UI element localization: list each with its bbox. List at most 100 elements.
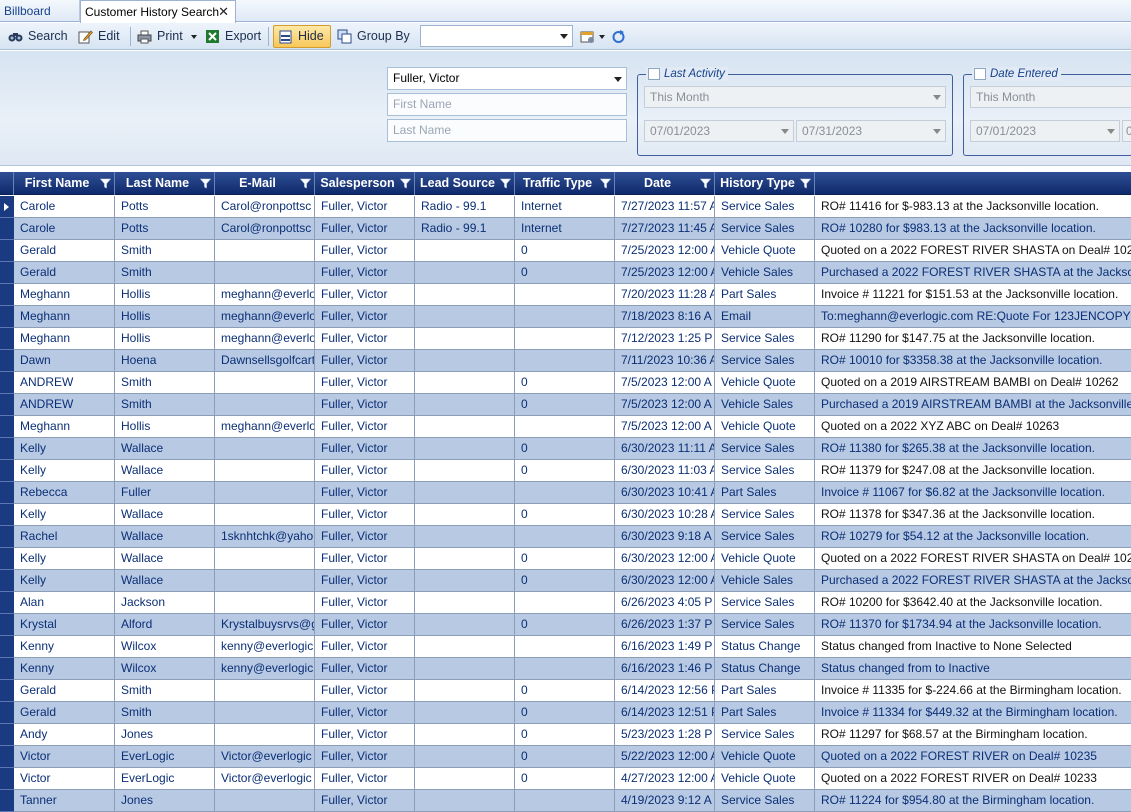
cell-email[interactable]: Dawnsellsgolfcart xyxy=(215,350,315,372)
table-row[interactable]: Kenny Wilcox kenny@everlogic. Fuller, Victo… xyxy=(0,636,1131,658)
close-tab-icon[interactable]: ✕ xyxy=(218,1,229,23)
cell-salesperson[interactable]: Fuller, Victor xyxy=(315,438,415,460)
cell-date[interactable]: 6/14/2023 12:56 P xyxy=(615,680,715,702)
cell-email[interactable] xyxy=(215,262,315,284)
column-header-email[interactable]: E-Mail xyxy=(215,172,315,195)
row-selector[interactable] xyxy=(0,218,14,240)
cell-history-type[interactable]: Service Sales xyxy=(715,790,815,812)
cell-traffic-type[interactable]: 0 xyxy=(515,680,615,702)
cell-traffic-type[interactable] xyxy=(515,592,615,614)
cell-date[interactable]: 6/14/2023 12:51 P xyxy=(615,702,715,724)
last-name-input[interactable]: Last Name xyxy=(387,119,627,142)
cell-first-name[interactable]: Meghann xyxy=(14,416,115,438)
cell-last-name[interactable]: EverLogic xyxy=(115,746,215,768)
table-row[interactable]: Victor EverLogic Victor@everlogic Fuller, V… xyxy=(0,746,1131,768)
cell-last-name[interactable]: Smith xyxy=(115,702,215,724)
cell-traffic-type[interactable] xyxy=(515,328,615,350)
cell-history-type[interactable]: Vehicle Quote xyxy=(715,768,815,790)
table-row[interactable]: Gerald Smith Fuller, Victor 0 7/25/2023 12:0… xyxy=(0,240,1131,262)
cell-first-name[interactable]: Tanner xyxy=(14,790,115,812)
cell-description[interactable]: RO# 10279 for $54.12 at the Jacksonville… xyxy=(815,526,1131,548)
cell-description[interactable]: RO# 11290 for $147.75 at the Jacksonvill… xyxy=(815,328,1131,350)
cell-history-type[interactable]: Vehicle Sales xyxy=(715,394,815,416)
cell-last-name[interactable]: Wallace xyxy=(115,504,215,526)
cell-history-type[interactable]: Vehicle Quote xyxy=(715,372,815,394)
cell-lead-source[interactable] xyxy=(415,636,515,658)
cell-traffic-type[interactable] xyxy=(515,416,615,438)
cell-traffic-type[interactable] xyxy=(515,790,615,812)
cell-description[interactable]: Invoice # 11334 for $449.32 at the Birmi… xyxy=(815,702,1131,724)
cell-lead-source[interactable] xyxy=(415,350,515,372)
cell-first-name[interactable]: Gerald xyxy=(14,262,115,284)
cell-lead-source[interactable] xyxy=(415,438,515,460)
cell-traffic-type[interactable] xyxy=(515,658,615,680)
cell-date[interactable]: 7/5/2023 12:00 A xyxy=(615,416,715,438)
cell-last-name[interactable]: Jones xyxy=(115,724,215,746)
cell-traffic-type[interactable] xyxy=(515,284,615,306)
cell-description[interactable]: Invoice # 11221 for $151.53 at the Jacks… xyxy=(815,284,1131,306)
cell-lead-source[interactable]: Radio - 99.1 xyxy=(415,196,515,218)
cell-description[interactable]: RO# 11297 for $68.57 at the Birmingham l… xyxy=(815,724,1131,746)
cell-salesperson[interactable]: Fuller, Victor xyxy=(315,328,415,350)
cell-first-name[interactable]: Carole xyxy=(14,196,115,218)
cell-first-name[interactable]: Kelly xyxy=(14,548,115,570)
cell-first-name[interactable]: Kelly xyxy=(14,460,115,482)
cell-date[interactable]: 6/30/2023 12:00 A xyxy=(615,548,715,570)
table-row[interactable]: ANDREW Smith Fuller, Victor 0 7/5/2023 12:00… xyxy=(0,394,1131,416)
date-entered-from-date[interactable]: 07/01/2023 xyxy=(970,120,1120,142)
cell-description[interactable]: Quoted on a 2022 FOREST RIVER on Deal# 1… xyxy=(815,768,1131,790)
row-selector[interactable] xyxy=(0,482,14,504)
cell-email[interactable] xyxy=(215,438,315,460)
table-row[interactable]: Tanner Jones Fuller, Victor 4/19/2023 9:12 … xyxy=(0,790,1131,812)
cell-first-name[interactable]: Kenny xyxy=(14,636,115,658)
cell-history-type[interactable]: Vehicle Quote xyxy=(715,240,815,262)
cell-date[interactable]: 6/26/2023 4:05 P xyxy=(615,592,715,614)
cell-description[interactable]: RO# 11378 for $347.36 at the Jacksonvill… xyxy=(815,504,1131,526)
cell-email[interactable] xyxy=(215,394,315,416)
search-button[interactable]: Search xyxy=(4,26,68,47)
cell-lead-source[interactable] xyxy=(415,790,515,812)
cell-traffic-type[interactable]: 0 xyxy=(515,724,615,746)
row-selector[interactable] xyxy=(0,240,14,262)
cell-history-type[interactable]: Service Sales xyxy=(715,504,815,526)
group-by-button[interactable]: Group By xyxy=(333,26,410,47)
cell-date[interactable]: 4/19/2023 9:12 A xyxy=(615,790,715,812)
cell-history-type[interactable]: Vehicle Quote xyxy=(715,746,815,768)
column-header-history-type[interactable]: History Type xyxy=(715,172,815,195)
cell-description[interactable]: Purchased a 2022 FOREST RIVER SHASTA at … xyxy=(815,570,1131,592)
cell-email[interactable]: 1sknhtchk@yaho xyxy=(215,526,315,548)
row-selector[interactable] xyxy=(0,702,14,724)
cell-lead-source[interactable] xyxy=(415,504,515,526)
first-name-input[interactable]: First Name xyxy=(387,93,627,116)
cell-lead-source[interactable] xyxy=(415,306,515,328)
cell-traffic-type[interactable]: 0 xyxy=(515,460,615,482)
cell-salesperson[interactable]: Fuller, Victor xyxy=(315,416,415,438)
row-selector[interactable] xyxy=(0,438,14,460)
cell-date[interactable]: 6/30/2023 11:11 A xyxy=(615,438,715,460)
cell-traffic-type[interactable]: 0 xyxy=(515,372,615,394)
cell-description[interactable]: Purchased a 2019 AIRSTREAM BAMBI at the … xyxy=(815,394,1131,416)
cell-salesperson[interactable]: Fuller, Victor xyxy=(315,614,415,636)
cell-email[interactable]: meghann@everlo xyxy=(215,416,315,438)
cell-history-type[interactable]: Part Sales xyxy=(715,284,815,306)
cell-last-name[interactable]: Jackson xyxy=(115,592,215,614)
column-header-lead-source[interactable]: Lead Source xyxy=(415,172,515,195)
cell-email[interactable] xyxy=(215,570,315,592)
cell-history-type[interactable]: Service Sales xyxy=(715,592,815,614)
cell-salesperson[interactable]: Fuller, Victor xyxy=(315,240,415,262)
cell-date[interactable]: 7/27/2023 11:57 A xyxy=(615,196,715,218)
cell-description[interactable]: RO# 10200 for $3642.40 at the Jacksonvil… xyxy=(815,592,1131,614)
cell-history-type[interactable]: Service Sales xyxy=(715,196,815,218)
cell-last-name[interactable]: Smith xyxy=(115,680,215,702)
cell-first-name[interactable]: Andy xyxy=(14,724,115,746)
cell-description[interactable]: RO# 10280 for $983.13 at the Jacksonvill… xyxy=(815,218,1131,240)
cell-lead-source[interactable] xyxy=(415,372,515,394)
cell-first-name[interactable]: ANDREW xyxy=(14,394,115,416)
cell-first-name[interactable]: Kelly xyxy=(14,438,115,460)
cell-description[interactable]: RO# 11416 for $-983.13 at the Jacksonvil… xyxy=(815,196,1131,218)
cell-first-name[interactable]: Gerald xyxy=(14,240,115,262)
cell-lead-source[interactable] xyxy=(415,614,515,636)
cell-first-name[interactable]: Meghann xyxy=(14,306,115,328)
cell-salesperson[interactable]: Fuller, Victor xyxy=(315,702,415,724)
table-row[interactable]: Krystal Alford Krystalbuysrvs@g Fuller, Vic… xyxy=(0,614,1131,636)
